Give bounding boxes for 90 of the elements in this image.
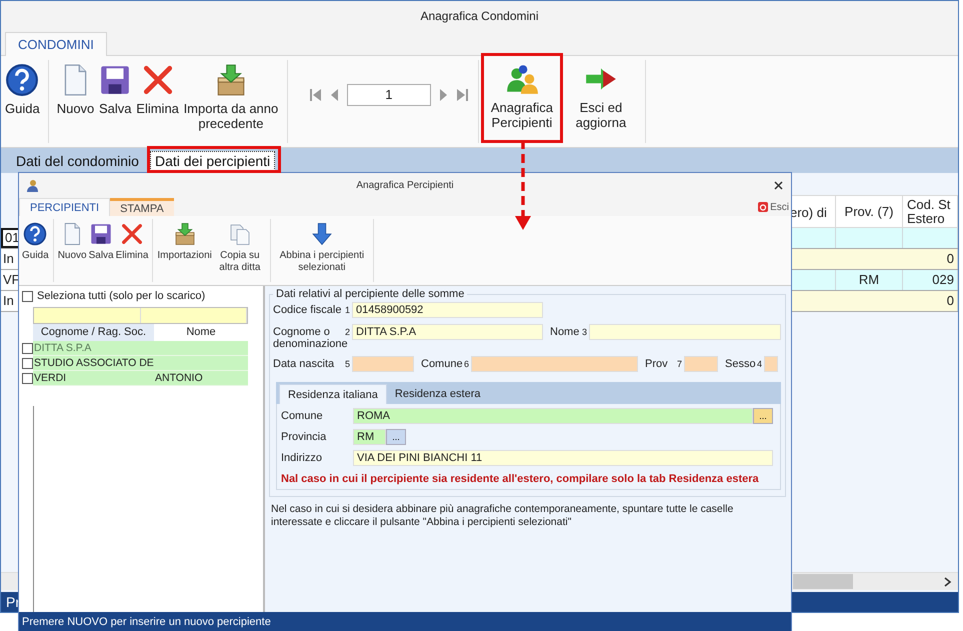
next-page-icon[interactable]	[438, 88, 448, 102]
help-icon	[5, 63, 40, 97]
toolbar-button[interactable]: Salva	[96, 56, 134, 147]
people-icon	[504, 62, 539, 96]
table-cell[interactable]: ANTONIO	[154, 371, 248, 386]
checkbox[interactable]	[22, 343, 33, 354]
help-icon	[23, 222, 48, 246]
field-label: Prov	[645, 357, 669, 370]
checkbox-label: Seleziona tutti (solo per lo scarico)	[37, 290, 206, 302]
warning-text: Nal caso in cui il percipiente sia residente all'estero, compilare solo la tab Residenza estera	[281, 472, 760, 485]
field-label: Cognome o denominazione	[273, 325, 345, 350]
cross-icon	[120, 222, 144, 246]
tab[interactable]: Residenza estera	[386, 384, 488, 404]
toolbar-button[interactable]: Importa da anno precedente	[180, 56, 281, 147]
column-header[interactable]: Cognome / Rag. Soc.	[33, 324, 154, 341]
power-icon	[758, 202, 768, 212]
copy-documents-icon	[228, 222, 252, 246]
table-cell[interactable]: STUDIO ASSOCIATO DE	[33, 356, 154, 371]
group-title: Dati relativi al percipiente delle somme	[275, 288, 466, 300]
window-title: Anagrafica Percipienti	[356, 180, 454, 191]
table-cell	[790, 270, 836, 290]
ribbon-tab[interactable]: STAMPA	[110, 198, 174, 216]
field-label: Sesso	[725, 357, 757, 370]
table-cell[interactable]: DITTA S.P.A	[33, 341, 154, 356]
birth-town-field[interactable]	[471, 356, 638, 372]
scrollbar-thumb[interactable]	[793, 574, 853, 589]
status-text: Premere NUOVO per inserire un nuovo percipiente	[22, 616, 271, 628]
field-number: 3	[582, 326, 588, 337]
province-field[interactable]	[684, 356, 718, 372]
close-icon	[774, 181, 783, 190]
close-button[interactable]	[772, 179, 785, 192]
last-page-icon[interactable]	[456, 88, 468, 102]
filter-row[interactable]	[33, 307, 248, 324]
previous-page-icon[interactable]	[330, 88, 339, 102]
toolbar-button[interactable]: Elimina	[134, 56, 181, 147]
field-label: Comune	[421, 357, 464, 370]
down-arrow-icon	[310, 222, 334, 246]
window-title: Anagrafica Condomini	[420, 9, 539, 23]
section-tab[interactable]: Dati dei percipienti	[150, 150, 276, 170]
toolbar-button[interactable]: Guida	[3, 56, 42, 147]
field-number: 6	[464, 358, 470, 369]
table-cell: 0	[790, 291, 958, 311]
table-cell[interactable]	[154, 356, 248, 371]
ribbon-tab[interactable]: PERCIPIENTI	[19, 198, 110, 216]
section-tab[interactable]: Dati del condominio	[11, 150, 144, 170]
table-cell: RM	[836, 270, 903, 290]
user-icon	[25, 178, 39, 192]
table-cell[interactable]	[154, 341, 248, 356]
field-label: Provincia	[281, 431, 328, 443]
field-label: Comune	[281, 410, 324, 422]
field-number: 4	[757, 358, 764, 369]
toolbar-button[interactable]: Esci ed aggiorna	[562, 56, 639, 147]
table-cell	[836, 228, 903, 248]
browse-button[interactable]: ...	[386, 429, 406, 445]
table-cell	[903, 228, 958, 248]
table-cell[interactable]: VERDI	[33, 371, 154, 386]
scroll-right-icon[interactable]	[944, 576, 952, 586]
field-label: Nome	[550, 325, 580, 338]
province-field[interactable]: RM	[353, 429, 386, 445]
sex-field[interactable]	[764, 356, 778, 372]
checkbox[interactable]	[22, 290, 33, 302]
exit-button[interactable]: Esci	[756, 198, 791, 216]
town-field[interactable]: ROMA	[353, 408, 753, 424]
table-cell	[790, 228, 836, 248]
checkbox[interactable]	[22, 373, 33, 384]
field-number: 2	[345, 326, 352, 337]
field-label: Data nascita	[273, 357, 336, 370]
column-header: Prov. (7)	[836, 195, 903, 228]
tax-code-field[interactable]: 01458900592	[352, 302, 543, 318]
browse-button[interactable]: ...	[753, 408, 773, 424]
help-text: Nel caso in cui si desidera abbinare più anagrafiche contemporaneamente, spuntare tutte le caselle interessate e cliccare il pulsante "Abbina i percipienti selezionati"	[271, 503, 734, 529]
column-header: Cod. St Estero	[903, 195, 958, 228]
address-field[interactable]: VIA DEI PINI BIANCHI 11	[353, 450, 773, 466]
birth-date-field[interactable]	[352, 356, 414, 372]
checkbox[interactable]	[22, 358, 33, 369]
column-header[interactable]: Nome	[154, 324, 248, 341]
surname-field[interactable]: DITTA S.P.A	[352, 324, 543, 340]
name-field[interactable]	[589, 324, 781, 340]
page-number-field[interactable]: 1	[346, 84, 431, 106]
table-cell: 0	[790, 249, 958, 269]
field-label: Indirizzo	[281, 452, 323, 464]
field-number: 7	[677, 358, 684, 369]
toolbar-button[interactable]: Anagrafica Percipienti	[484, 56, 560, 140]
tab[interactable]: Residenza italiana	[279, 384, 387, 404]
first-page-icon[interactable]	[310, 88, 322, 102]
ribbon-tab[interactable]: CONDOMINI	[5, 32, 107, 56]
table-cell: 029	[903, 270, 958, 290]
box-down-arrow-icon	[172, 222, 197, 246]
toolbar-button[interactable]: Nuovo	[54, 56, 96, 147]
field-number: 5	[345, 358, 352, 369]
